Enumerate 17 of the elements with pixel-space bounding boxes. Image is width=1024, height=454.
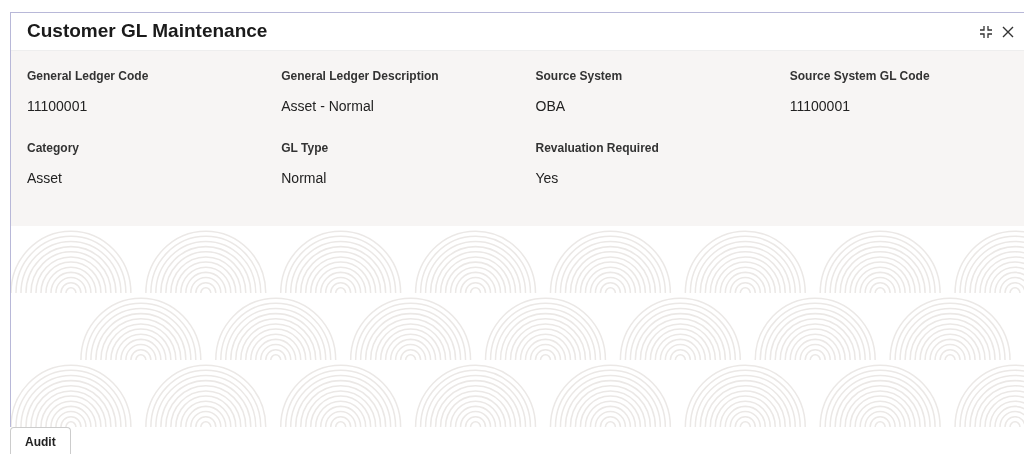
audit-button[interactable]: Audit — [10, 427, 71, 454]
window-title: Customer GL Maintenance — [27, 19, 268, 44]
field-label: Source System — [535, 68, 624, 84]
field-value: 11100001 — [27, 97, 89, 115]
field-value: Asset — [27, 169, 63, 187]
field-value: Yes — [535, 169, 560, 187]
field-value: 11100001 — [789, 97, 851, 115]
field-label: General Ledger Description — [281, 68, 440, 84]
field-label: Category — [27, 140, 80, 156]
field-value: Normal — [281, 169, 328, 187]
field-value: Asset - Normal — [281, 97, 375, 115]
field-label: General Ledger Code — [27, 68, 150, 84]
field-label: Source System GL Code — [789, 68, 931, 84]
field-value: OBA — [535, 97, 567, 115]
field-label: Revaluation Required — [535, 140, 660, 156]
field-label: GL Type — [281, 140, 330, 156]
minimize-icon[interactable] — [978, 23, 994, 40]
